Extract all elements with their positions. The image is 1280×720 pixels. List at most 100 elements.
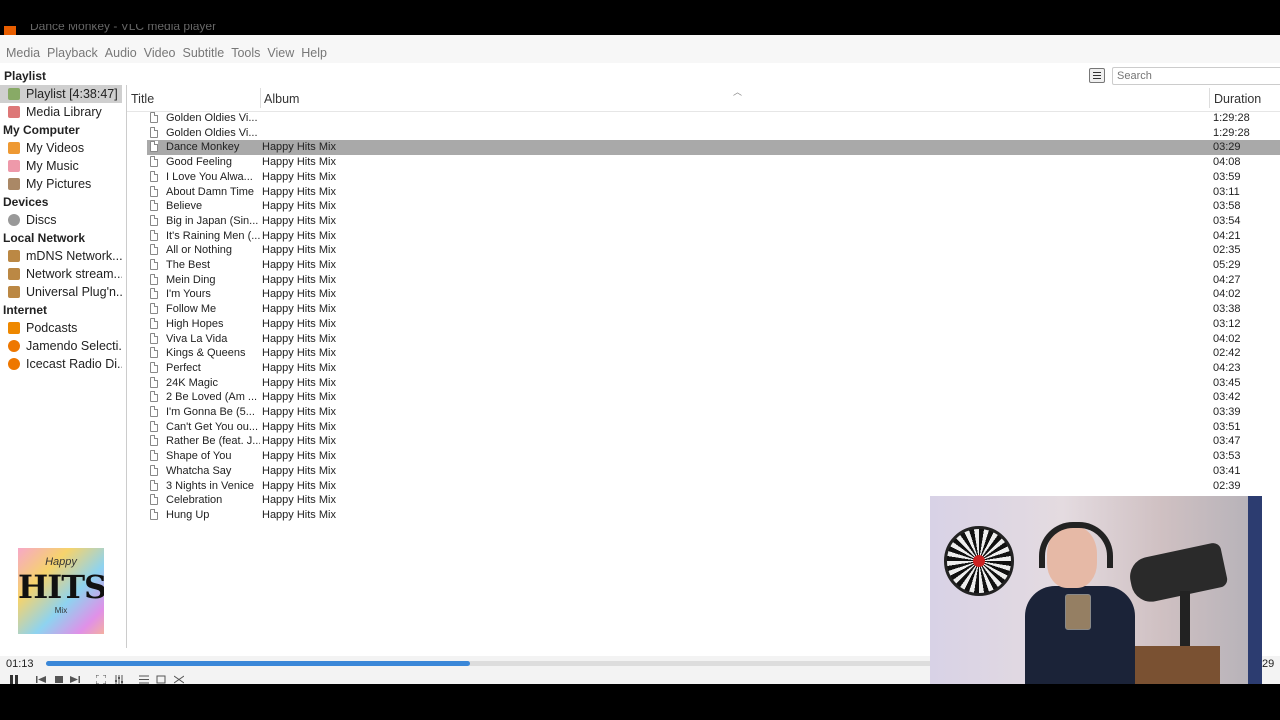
table-row[interactable]: I'm Gonna Be (5... Happy Hits Mix 03:39 [147,405,1280,420]
menu-audio[interactable]: Audio [105,46,137,60]
file-icon [150,435,158,447]
toggle-playlist-icon[interactable] [139,675,149,684]
track-title: Can't Get You ou... [166,420,259,433]
table-row[interactable]: Mein Ding Happy Hits Mix 04:27 [147,273,1280,288]
table-row[interactable]: About Damn Time Happy Hits Mix 03:11 [147,185,1280,200]
shuffle-icon[interactable] [174,675,184,684]
menu-subtitle[interactable]: Subtitle [183,46,225,60]
table-row[interactable]: Rather Be (feat. J... Happy Hits Mix 03:47 [147,434,1280,449]
file-icon [150,288,158,300]
track-duration: 03:59 [1213,170,1241,183]
file-icon [150,347,158,359]
file-icon [150,229,158,241]
file-icon [150,126,158,138]
sidebar-item-my-videos[interactable]: My Videos [0,139,122,157]
track-duration: 03:41 [1213,464,1241,477]
track-duration: 03:58 [1213,200,1241,213]
sidebar-item-my-music[interactable]: My Music [0,157,122,175]
track-title: Golden Oldies Vi... [166,112,258,124]
glass [1065,594,1091,630]
playlist-view-icon[interactable] [1089,68,1105,83]
stop-icon[interactable] [54,675,64,684]
menu-playback[interactable]: Playback [47,46,98,60]
table-row[interactable]: Follow Me Happy Hits Mix 03:38 [147,302,1280,317]
search-input[interactable] [1112,67,1280,85]
track-album: Happy Hits Mix [262,170,336,183]
track-album: Happy Hits Mix [262,420,336,433]
sidebar-item-universal-plug-n[interactable]: Universal Plug'n... [0,283,122,301]
table-row[interactable]: Believe Happy Hits Mix 03:58 [147,199,1280,214]
sidebar-item-label: Playlist [4:38:47] [26,87,118,101]
sidebar-item-media-library[interactable]: Media Library [0,103,122,121]
table-row[interactable]: 3 Nights in Venice Happy Hits Mix 02:39 [147,479,1280,494]
next-icon[interactable] [70,675,80,684]
menu-view[interactable]: View [267,46,294,60]
music-icon [8,160,20,172]
track-title: Mein Ding [166,273,216,286]
track-album: Happy Hits Mix [262,259,336,271]
playlist-icon [8,88,20,100]
track-duration: 03:39 [1213,406,1241,418]
table-row[interactable]: Shape of You Happy Hits Mix 03:53 [147,449,1280,464]
table-row[interactable]: It's Raining Men (... Happy Hits Mix 04:21 [147,229,1280,244]
table-row[interactable]: Good Feeling Happy Hits Mix 04:08 [147,155,1280,170]
table-header: Title Album ︿ Duration [127,85,1280,112]
table-row[interactable]: Can't Get You ou... Happy Hits Mix 03:51 [147,420,1280,435]
table-row[interactable]: High Hopes Happy Hits Mix 03:12 [147,317,1280,332]
file-icon [150,332,158,344]
table-row[interactable]: All or Nothing Happy Hits Mix 02:35 [147,243,1280,258]
table-row[interactable]: 24K Magic Happy Hits Mix 03:45 [147,376,1280,391]
track-album: Happy Hits Mix [262,479,336,492]
table-row[interactable]: Kings & Queens Happy Hits Mix 02:42 [147,346,1280,361]
table-row[interactable]: The Best Happy Hits Mix 05:29 [147,258,1280,273]
track-title: Follow Me [166,303,217,316]
sort-indicator-icon: ︿ [733,87,743,97]
menu-tools[interactable]: Tools [231,46,260,60]
sidebar-item-jamendo-selecti[interactable]: Jamendo Selecti... [0,337,122,355]
track-title: Shape of You [166,450,232,463]
table-row[interactable]: 2 Be Loved (Am ... Happy Hits Mix 03:42 [147,390,1280,405]
table-row[interactable]: I'm Yours Happy Hits Mix 04:02 [147,287,1280,302]
column-title[interactable]: Title [131,92,154,106]
radio-icon [8,358,20,370]
track-duration: 04:21 [1213,229,1241,242]
extended-settings-icon[interactable] [114,675,124,684]
menu-video[interactable]: Video [144,46,176,60]
sidebar-item-mdns-network[interactable]: mDNS Network... [0,247,122,265]
pause-icon[interactable] [9,675,19,684]
menu-help[interactable]: Help [301,46,327,60]
file-icon [150,303,158,315]
sidebar-item-podcasts[interactable]: Podcasts [0,319,122,337]
menu-media[interactable]: Media [6,46,40,60]
track-duration: 05:29 [1213,259,1241,271]
previous-icon[interactable] [36,675,46,684]
table-row[interactable]: I Love You Alwa... Happy Hits Mix 03:59 [147,170,1280,185]
track-title: I Love You Alwa... [166,170,253,183]
table-row[interactable]: Whatcha Say Happy Hits Mix 03:41 [147,464,1280,479]
track-duration: 04:27 [1213,273,1241,286]
table-row[interactable]: Dance Monkey Happy Hits Mix 03:29 [147,140,1280,156]
sidebar-heading-my-computer: My Computer [3,123,80,137]
fullscreen-icon[interactable] [96,675,106,684]
sidebar-item-my-pictures[interactable]: My Pictures [0,175,122,193]
column-duration[interactable]: Duration [1214,92,1261,106]
sidebar-item-playlist-4-38-47[interactable]: Playlist [4:38:47] [0,85,122,103]
file-icon [150,317,158,329]
table-row[interactable]: Perfect Happy Hits Mix 04:23 [147,361,1280,376]
track-title: Whatcha Say [166,464,232,477]
sidebar-item-network-stream[interactable]: Network stream... [0,265,122,283]
track-duration: 02:42 [1213,347,1241,360]
track-album: Happy Hits Mix [262,141,336,154]
podcast-icon [8,322,20,334]
track-title: It's Raining Men (... [166,229,260,242]
table-row[interactable]: Big in Japan (Sin... Happy Hits Mix 03:54 [147,214,1280,229]
column-album[interactable]: Album [264,92,299,106]
table-row[interactable]: Viva La Vida Happy Hits Mix 04:02 [147,332,1280,347]
sidebar-item-discs[interactable]: Discs [0,211,122,229]
file-icon [150,361,158,373]
table-row[interactable]: Golden Oldies Vi... 1:29:28 [147,111,1280,126]
sidebar-item-label: My Pictures [26,177,92,191]
loop-icon[interactable] [156,675,166,684]
sidebar-item-icecast-radio-di[interactable]: Icecast Radio Di... [0,355,122,373]
table-row[interactable]: Golden Oldies Vi... 1:29:28 [147,126,1280,141]
